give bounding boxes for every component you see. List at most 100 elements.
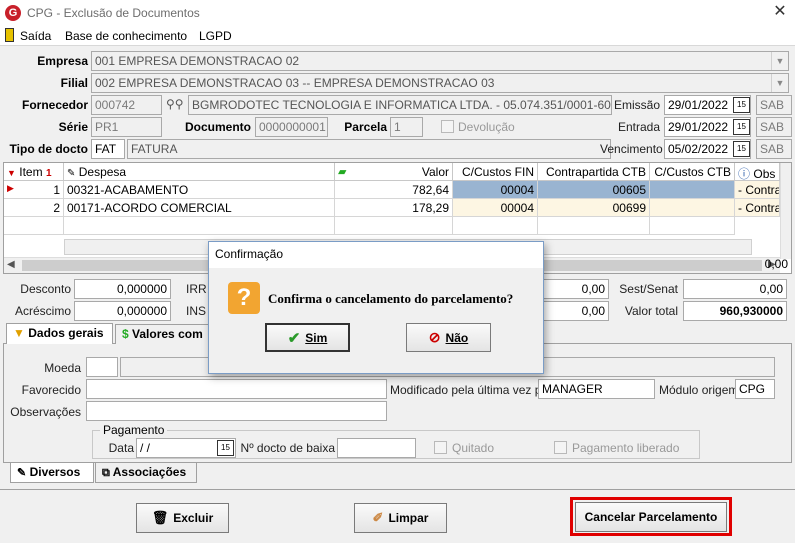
table-cell-ccfin[interactable]: 00004 [453,181,538,199]
fornecedor-code-field[interactable]: 000742 [91,95,162,115]
column-header-ccfin[interactable]: C/Custos FIN [453,163,538,181]
column-header-item[interactable]: ▼ Item 1 [4,163,64,181]
table-cell-empty[interactable] [335,217,453,235]
calendar-icon[interactable]: 15 [733,97,750,113]
window-title: CPG - Exclusão de Documentos [27,6,200,20]
pagamento-liberado-checkbox[interactable] [554,441,567,454]
chevron-left-icon: ◀ [7,259,15,270]
sab-field: SAB [756,139,792,159]
desconto-field[interactable]: 0,000000 [74,279,171,299]
table-cell-valor[interactable]: 178,29 [335,199,453,217]
table-row[interactable] [4,217,64,235]
tipo-code-field[interactable]: FAT [91,139,125,159]
chevron-down-icon[interactable]: ▼ [771,74,788,92]
table-cell-empty[interactable] [650,217,735,235]
table-cell-contrapartida[interactable]: 00605 [538,181,650,199]
tab-valores[interactable]: $ Valores com [115,324,215,344]
modulo-origem-label: Módulo origem [659,383,739,397]
table-cell-ccfin[interactable]: 00004 [453,199,538,217]
table-row[interactable]: 2 [4,199,64,217]
quitado-label: Quitado [452,441,495,455]
favorecido-label: Favorecido [21,383,81,397]
vertical-scrollbar[interactable] [780,163,791,259]
column-header-ccctb[interactable]: C/Custos CTB [650,163,735,181]
pencil-icon: ✎ [67,168,76,179]
exit-icon [5,28,14,42]
table-cell-empty[interactable] [64,217,335,235]
fornecedor-label: Fornecedor [21,98,88,112]
table-cell-despesa[interactable]: 00321-ACABAMENTO [64,181,335,199]
sest-senat-label: Sest/Senat [619,282,678,296]
calendar-icon[interactable]: 15 [733,141,750,157]
moeda-label: Moeda [44,361,81,375]
parcela-field[interactable]: 1 [390,117,423,137]
empresa-label: Empresa [37,54,88,68]
table-cell-empty[interactable] [453,217,538,235]
favorecido-field[interactable] [86,379,387,399]
entrada-label: Entrada [617,120,660,134]
trash-icon: 🗑 [151,510,169,525]
data-value: / / [140,441,151,455]
table-cell-contrapartida[interactable]: 00699 [538,199,650,217]
observacoes-field[interactable] [86,401,387,421]
dialog-title: Confirmação [209,242,543,268]
calendar-icon[interactable]: 15 [733,119,750,135]
info-icon: ⓘ [738,167,751,181]
close-icon[interactable]: ✕ [770,2,790,22]
parcela-label: Parcela [344,120,387,134]
acrescimo-field[interactable]: 0,000000 [74,301,171,321]
devolucao-checkbox[interactable] [441,120,454,133]
tab-diversos[interactable]: ✎ Diversos [10,463,94,483]
table-cell-ccctb[interactable] [650,199,735,217]
menu-base-conhecimento[interactable]: Base de conhecimento [65,29,187,43]
pagamento-liberado-label: Pagamento liberado [572,441,680,455]
ndocto-baixa-field[interactable] [337,438,416,458]
ndocto-baixa-label: Nº docto de baixa [240,441,335,455]
vencimento-value: 05/02/2022 [668,142,729,156]
ins-label: INS [186,304,207,318]
column-header-contrapartida[interactable]: Contrapartida CTB [538,163,650,181]
table-cell-ccctb[interactable] [650,181,735,199]
column-header-valor[interactable]: ▰ Valor [335,163,453,181]
fornecedor-name-field: BGMRODOTEC TECNOLOGIA E INFORMATICA LTDA… [188,95,612,115]
binoculars-icon[interactable]: ⚲⚲ [166,97,184,111]
column-header-despesa[interactable]: ✎ Despesa [64,163,335,181]
table-cell-obs[interactable]: - Contra [735,199,780,217]
documento-field[interactable]: 0000000001 [255,117,328,137]
vencimento-label: Vencimento [600,142,663,156]
irr-label: IRR [186,282,207,296]
calendar-icon[interactable]: 15 [217,440,234,456]
column-header-obs[interactable]: ⓘ Obs [735,163,780,181]
table-cell-obs[interactable]: - Contra [735,181,780,199]
menu-saida[interactable]: Saída [20,29,51,43]
menu-lgpd[interactable]: LGPD [199,29,232,43]
filial-label: Filial [60,76,88,90]
empresa-combo[interactable]: 001 EMPRESA DEMONSTRACAO 02 [91,51,789,71]
tax-field-1[interactable]: 0,00 [542,279,609,299]
footer-divider [0,489,795,490]
sab-field: SAB [756,117,792,137]
quitado-checkbox[interactable] [434,441,447,454]
table-row[interactable]: ▶ 1 [4,181,64,199]
valor-total-field: 960,930000 [683,301,787,321]
moeda-code-field[interactable] [86,357,118,377]
filial-value: 002 EMPRESA DEMONSTRACAO 03 -- EMPRESA D… [95,76,495,90]
limpar-button[interactable]: ✐ Limpar [354,503,447,533]
sim-button[interactable]: ✔ Sim [265,323,350,352]
table-cell-valor[interactable]: 782,64 [335,181,453,199]
check-icon: ✔ [287,329,301,347]
cancelar-parcelamento-button[interactable]: Cancelar Parcelamento [575,502,727,532]
table-cell-empty[interactable] [538,217,650,235]
tax-field-2[interactable]: 0,00 [542,301,609,321]
tab-associacoes[interactable]: ⧉ Associações [95,463,197,483]
chevron-down-icon[interactable]: ▼ [771,52,788,70]
app-logo-icon: G [5,5,21,21]
serie-field[interactable]: PR1 [91,117,162,137]
tab-dados-gerais[interactable]: ▼ Dados gerais [6,323,113,344]
excluir-button[interactable]: 🗑 Excluir [136,503,229,533]
modulo-origem-field: CPG [735,379,775,399]
nao-button[interactable]: ⊘ Não [406,323,491,352]
table-cell-despesa[interactable]: 00171-ACORDO COMERCIAL [64,199,335,217]
filial-combo[interactable]: 002 EMPRESA DEMONSTRACAO 03 -- EMPRESA D… [91,73,789,93]
sest-senat-field[interactable]: 0,00 [683,279,787,299]
